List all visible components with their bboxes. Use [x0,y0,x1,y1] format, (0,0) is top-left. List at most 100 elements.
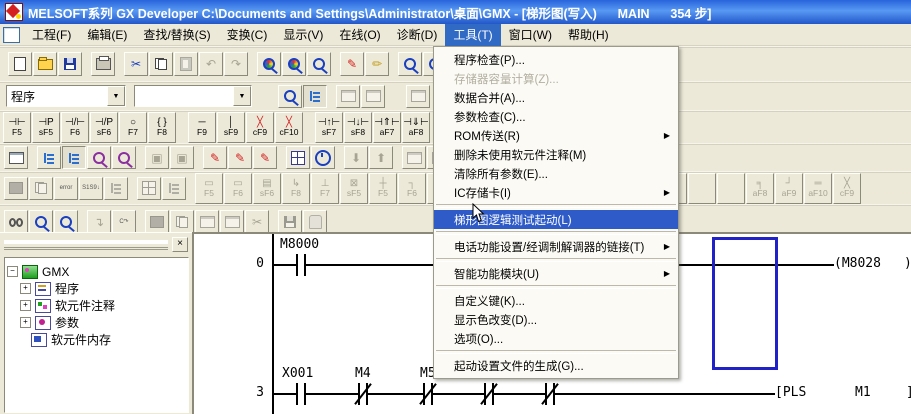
mdi-child-icon[interactable] [3,27,20,43]
menu-item-telephone-modem[interactable]: 电话功能设置/经调制解调器的链接(T)▶ [434,237,678,256]
collapse-box-icon[interactable]: − [7,266,18,277]
rung-tool-4-button[interactable]: ↳F8 [282,173,310,204]
find-replace-button[interactable] [257,52,281,76]
zoom-page-button[interactable] [278,85,302,108]
rung-tool-8-button[interactable]: ┐F6 [398,173,426,204]
find-next-button[interactable] [29,210,53,234]
string-find-button[interactable] [307,52,331,76]
new-project-button[interactable] [8,52,32,76]
program-list-button[interactable] [104,177,128,200]
rung-tool-af10-button[interactable]: ═aF10 [804,173,832,204]
block-copy-button[interactable] [170,210,194,234]
tree-item-device-comment[interactable]: + 软元件注释 [7,297,186,314]
menu-item-create-startup-file[interactable]: 起动设置文件的生成(G)... [434,356,678,375]
menu-item-merge-data[interactable]: 数据合并(A)... [434,88,678,107]
rung-tool-1-button[interactable]: ▭F5 [195,173,223,204]
coil-m8028[interactable]: (M8028 [834,256,881,271]
step-run-button[interactable]: S1S9↓ [79,177,103,200]
menu-window[interactable]: 窗口(W) [501,24,560,46]
menu-item-change-display-color[interactable]: 显示色改变(D)... [434,310,678,329]
tree-item-program[interactable]: + 程序 [7,280,186,297]
expand-box-icon[interactable]: + [20,317,31,328]
combo-dropdown-arrow-icon[interactable]: ▼ [107,86,125,106]
rising-pulse-button[interactable]: ⊣↑⊢sF7 [315,112,343,143]
jump-button[interactable]: ↴ [87,210,111,234]
rung-tool-3-button[interactable]: ▤sF6 [253,173,281,204]
combo2-dropdown-arrow-icon[interactable]: ▼ [233,86,251,106]
delete-horizontal-line-button[interactable]: ╳cF9 [246,112,274,143]
device-grid-button[interactable] [286,146,310,169]
monitor-write-button[interactable]: ✎ [228,146,252,169]
open-branch-button[interactable]: ⊣PsF5 [32,112,60,143]
expand-box-icon[interactable]: + [20,300,31,311]
secondary-combo[interactable]: ▼ [134,85,252,107]
delete-vertical-line-button[interactable]: ╳cF10 [275,112,303,143]
open-contact-button[interactable]: ⊣⊢F5 [3,112,31,143]
rung-tool-af8-button[interactable]: ╕aF8 [746,173,774,204]
block-select-button[interactable] [145,210,169,234]
menu-item-ic-memory-card[interactable]: IC存储卡(I)▶ [434,183,678,202]
menu-tools[interactable]: 工具(T) [445,24,500,46]
rung-tool-7-button[interactable]: ┼F5 [369,173,397,204]
menu-item-customize-keys[interactable]: 自定义键(K)... [434,291,678,310]
cut-button[interactable]: ✂ [124,52,148,76]
device-search-zoom-button[interactable] [398,52,422,76]
monitor-stop-button[interactable]: ▣ [170,146,194,169]
instruction-pls[interactable]: [PLS [775,385,806,400]
menu-item-program-check[interactable]: 程序检查(P)... [434,50,678,69]
block-insert-button[interactable] [195,210,219,234]
ladder-transfer-button[interactable] [4,146,28,169]
closed-contact-button[interactable]: ⊣/⊢F6 [61,112,89,143]
error-jump-button[interactable]: error [54,177,78,200]
copy-button[interactable] [149,52,173,76]
contact-m8000[interactable] [290,254,312,276]
coil-button[interactable]: ○F7 [119,112,147,143]
pan-hand-button[interactable] [303,210,327,234]
tree-item-device-memory[interactable]: 软元件内存 [7,331,186,348]
tree-item-parameter[interactable]: + 参数 [7,314,186,331]
rising-pulse-branch-button[interactable]: ⊣⇑⊢aF7 [373,112,401,143]
rung-tool-af9-button[interactable]: ┘aF9 [775,173,803,204]
menu-item-delete-unused-comments[interactable]: 删除未使用软元件注释(M) [434,145,678,164]
menu-item-rom-transfer[interactable]: ROM传送(R)▶ [434,126,678,145]
clock-monitor-button[interactable] [311,146,335,169]
horizontal-line-button[interactable]: ─F9 [188,112,216,143]
falling-pulse-button[interactable]: ⊣↓⊢sF8 [344,112,372,143]
redo-button[interactable]: ↷ [224,52,248,76]
block-cut-button[interactable]: ✂ [245,210,269,234]
contact-m4[interactable] [352,383,374,405]
comment-tree-button[interactable] [37,146,61,169]
ladder-edit-star-button[interactable]: ✏ [365,52,389,76]
contact-m11[interactable] [478,383,500,405]
read-mode-button[interactable]: ✎ [253,146,277,169]
menu-online[interactable]: 在线(O) [331,24,388,46]
comment-display-button[interactable] [336,85,360,108]
ladder-edit-button[interactable]: ✎ [340,52,364,76]
menu-find-replace[interactable]: 查找/替换(S) [135,24,218,46]
panel-grip[interactable] [4,240,168,250]
contact-m21[interactable] [539,383,561,405]
scroll-up-button[interactable]: ⬆ [369,146,393,169]
menu-item-intelligent-function[interactable]: 智能功能模块(U)▶ [434,264,678,283]
note-display-button[interactable] [406,85,430,108]
monitor-start-button[interactable]: ▣ [145,146,169,169]
statement-display-button[interactable] [361,85,385,108]
menu-item-memory-capacity[interactable]: 存储器容量计算(Z)... [434,69,678,88]
rung-tool-hidden-button[interactable] [717,173,745,204]
write-mode-button[interactable]: ✎ [203,146,227,169]
save-display-button[interactable] [278,210,302,234]
contact-m5[interactable] [417,383,439,405]
falling-pulse-branch-button[interactable]: ⊣⇓⊢aF8 [402,112,430,143]
rung-tool-6-button[interactable]: ⊠sF5 [340,173,368,204]
pink-zoom2-button[interactable] [112,146,136,169]
tree-panel-close-button[interactable]: × [172,237,188,252]
write-to-plc-button[interactable] [4,177,28,200]
paste-button[interactable] [174,52,198,76]
find-binoculars-button[interactable] [4,210,28,234]
application-instruction-button[interactable]: { }F8 [148,112,176,143]
menu-help[interactable]: 帮助(H) [560,24,617,46]
rung-tool-2-button[interactable]: ▭F6 [224,173,252,204]
scroll-down-button[interactable]: ⬇ [344,146,368,169]
menu-item-clear-all-parameters[interactable]: 清除所有参数(E)... [434,164,678,183]
rung-tool-cf9-button[interactable]: ╳cF9 [833,173,861,204]
